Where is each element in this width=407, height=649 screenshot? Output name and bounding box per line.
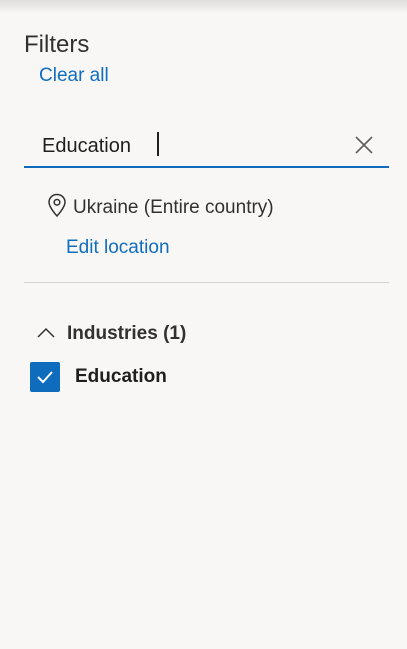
chevron-up-icon <box>36 325 56 344</box>
industry-option-education[interactable]: Education <box>30 362 167 392</box>
divider <box>24 282 389 283</box>
industries-section-toggle[interactable]: Industries (1) <box>36 321 186 347</box>
map-pin-icon <box>47 193 67 224</box>
industry-option-label: Education <box>75 366 167 387</box>
search-field[interactable] <box>24 124 389 168</box>
location-row: Ukraine (Entire country) <box>47 193 274 224</box>
panel-title: Filters <box>24 31 90 58</box>
edit-location-link[interactable]: Edit location <box>66 236 170 260</box>
text-caret <box>157 132 159 156</box>
search-input[interactable] <box>42 132 342 160</box>
close-icon[interactable] <box>353 134 375 156</box>
checkmark-icon <box>37 371 53 384</box>
industries-header-label: Industries (1) <box>67 323 187 344</box>
checkbox[interactable] <box>30 362 60 392</box>
location-text: Ukraine (Entire country) <box>73 197 274 218</box>
clear-all-link[interactable]: Clear all <box>39 64 109 88</box>
top-shadow <box>0 0 407 14</box>
